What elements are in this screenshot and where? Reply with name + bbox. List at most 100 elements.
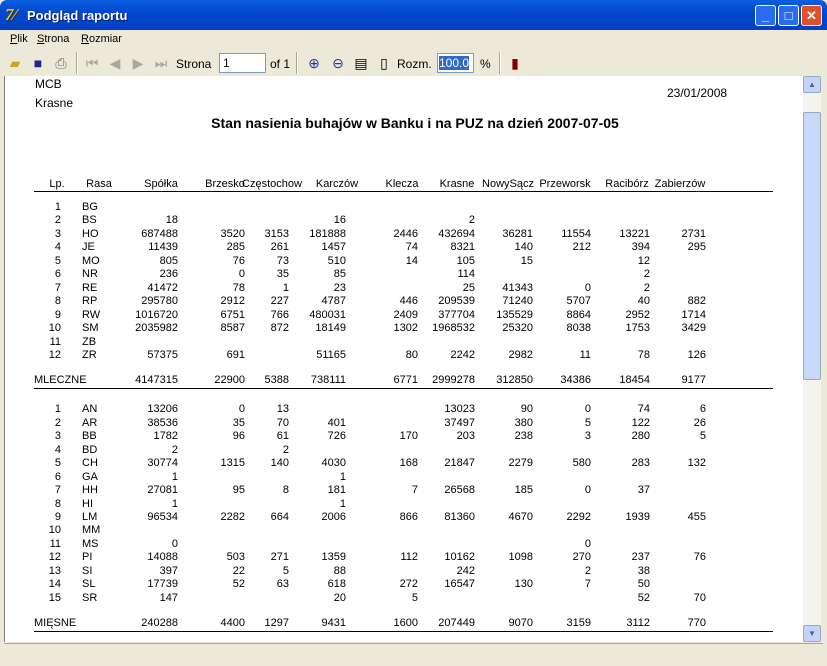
row-number: 6 xyxy=(54,470,61,483)
zoom-in-icon[interactable]: ⊕ xyxy=(304,53,324,73)
last-page-icon[interactable]: ⏭ xyxy=(151,53,171,73)
row-number: 13 xyxy=(48,564,61,577)
zoom-out-icon[interactable]: ⊖ xyxy=(328,53,348,73)
section-total-label: MIĘSNE xyxy=(34,617,77,630)
breed-code: JE xyxy=(82,241,95,254)
table-cell: 2006 xyxy=(321,511,346,523)
table-cell: 1 xyxy=(339,470,346,483)
table-cell: 2 xyxy=(468,214,475,227)
row-number: 10 xyxy=(48,322,61,335)
divider xyxy=(34,631,773,633)
row-number: 14 xyxy=(48,578,61,591)
row-number: 2 xyxy=(54,416,61,429)
open-icon[interactable]: ▰ xyxy=(5,53,25,73)
report-date: 23/01/2008 xyxy=(667,86,728,100)
page-width-icon[interactable]: ▤ xyxy=(351,53,371,73)
breed-code: ZR xyxy=(82,348,97,361)
print-icon[interactable]: ⎙ xyxy=(51,53,71,73)
status-bar xyxy=(4,643,823,662)
table-cell: 2 xyxy=(171,443,178,456)
breed-code: HH xyxy=(82,484,98,497)
preview-margin xyxy=(4,76,27,642)
page-input[interactable]: 1 xyxy=(219,53,266,73)
breed-code: BS xyxy=(82,214,97,227)
maximize-button[interactable]: □ xyxy=(778,5,799,26)
row-number: 9 xyxy=(54,511,61,523)
row-number: 2 xyxy=(54,214,61,227)
menu-rozmiar[interactable]: Rozmiar xyxy=(81,33,122,45)
menu-plik[interactable]: Plik xyxy=(10,33,28,45)
breed-code: MS xyxy=(82,537,99,550)
report-page: MCB Krasne 23/01/2008 Stan nasienia buha… xyxy=(27,76,803,642)
row-number: 4 xyxy=(54,443,61,456)
breed-code: SR xyxy=(82,591,98,604)
table-cell: 2 xyxy=(643,268,650,281)
section-total-cell: 9177 xyxy=(681,374,706,387)
whole-page-icon[interactable]: ▯ xyxy=(374,53,394,73)
divider xyxy=(34,388,773,390)
table-cell: 2731 xyxy=(681,227,706,240)
table-cell: 181888 xyxy=(309,227,346,240)
table-cell: 1 xyxy=(339,497,346,510)
close-button[interactable]: ✕ xyxy=(801,5,822,26)
table-cell: 23 xyxy=(333,281,346,294)
table-cell: 242 xyxy=(456,564,475,577)
table-cell: 3429 xyxy=(681,322,706,335)
row-number: 3 xyxy=(54,430,61,443)
row-number: 10 xyxy=(48,524,61,537)
row-number: 5 xyxy=(54,254,61,267)
table-cell: 295 xyxy=(687,241,706,254)
breed-code: AR xyxy=(82,416,98,429)
save-icon[interactable]: ■ xyxy=(28,53,48,73)
section-total-cell: 9431 xyxy=(321,617,346,630)
exit-door-icon[interactable]: ▮ xyxy=(505,53,525,73)
minimize-button[interactable]: _ xyxy=(755,5,776,26)
scroll-down-button[interactable]: ▼ xyxy=(803,625,821,642)
prev-page-icon[interactable]: ◀ xyxy=(105,53,125,73)
section-total-cell: 738111 xyxy=(310,374,346,387)
table-cell: 18 xyxy=(165,214,178,227)
table-cell: 2 xyxy=(282,443,289,456)
menu-strona[interactable]: Strona xyxy=(37,33,69,45)
report-title: Stan nasienia buhajów w Banku i na PUZ n… xyxy=(211,115,619,131)
breed-code: MM xyxy=(82,524,101,537)
row-number: 15 xyxy=(48,591,61,604)
table-cell: 1457 xyxy=(321,241,346,254)
report-org: MCB xyxy=(35,77,62,91)
zoom-input[interactable]: 100.0 xyxy=(437,53,474,73)
window-title: Podgląd raportu xyxy=(27,8,128,23)
breed-code: LM xyxy=(82,511,98,523)
table-cell: 13 xyxy=(276,403,289,416)
toolbar: ▰ ■ ⎙ ⏮ ◀ ▶ ⏭ Strona 1 of 1 ⊕ ⊖ ▤ ▯ Rozm… xyxy=(4,50,823,76)
first-page-icon[interactable]: ⏮ xyxy=(82,53,102,73)
row-number: 8 xyxy=(54,295,61,308)
vertical-scrollbar[interactable]: ▲ ▼ xyxy=(803,76,821,642)
scroll-thumb[interactable] xyxy=(803,112,821,380)
table-cell: 18149 xyxy=(315,322,346,335)
table-cell: 147 xyxy=(159,591,178,604)
table-cell: 15 xyxy=(520,254,533,267)
row-number: 7 xyxy=(54,484,61,497)
row-number: 12 xyxy=(48,348,61,361)
next-page-icon[interactable]: ▶ xyxy=(128,53,148,73)
breed-code: PI xyxy=(82,551,93,564)
row-number: 5 xyxy=(54,457,61,470)
table-cell: 114 xyxy=(457,268,475,281)
zoom-label: Rozm. xyxy=(397,57,432,71)
table-cell: 88 xyxy=(333,564,346,577)
row-number: 1 xyxy=(54,403,61,416)
table-cell: 76 xyxy=(693,551,706,564)
row-number: 9 xyxy=(54,308,61,321)
table-cell: 181 xyxy=(327,484,346,497)
scroll-up-button[interactable]: ▲ xyxy=(803,76,821,93)
row-number: 3 xyxy=(54,227,61,240)
breed-code: AN xyxy=(82,403,98,416)
breed-code: ZB xyxy=(82,335,97,348)
breed-code: BB xyxy=(82,430,97,443)
breed-code: HI xyxy=(82,497,93,510)
breed-code: NR xyxy=(82,268,98,281)
page-count: of 1 xyxy=(270,57,291,71)
breed-code: CH xyxy=(82,457,98,470)
table-cell: 480031 xyxy=(309,308,346,321)
table-cell: 1359 xyxy=(321,551,346,564)
